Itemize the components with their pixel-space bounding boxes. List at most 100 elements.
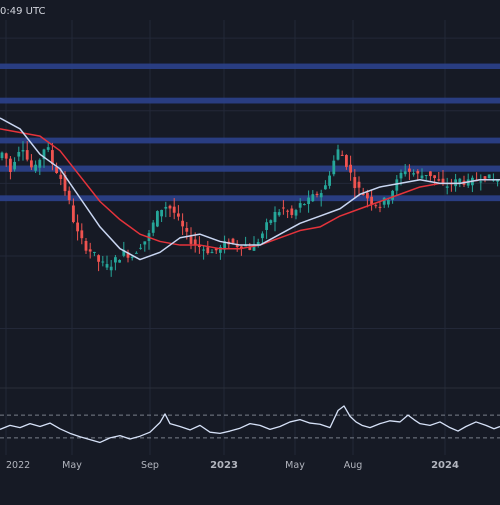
candle-down [177,213,180,217]
zone-band [0,63,500,70]
candle-up [101,261,105,263]
zone-band [0,195,500,202]
candle-down [366,192,369,199]
x-tick-label: 2023 [210,460,238,471]
candle-up [156,211,159,227]
x-tick-label: May [285,460,305,471]
candle-down [231,238,235,244]
candle-down [378,206,382,208]
candle-up [109,266,113,271]
candle-down [88,249,92,252]
candle-up [445,186,449,188]
candle-up [0,152,4,159]
candle-up [46,147,50,150]
candle-down [282,207,285,209]
candle-up [130,256,134,258]
candle-down [84,240,88,251]
candle-down [408,168,411,172]
candle-down [80,230,84,239]
candle-up [298,203,302,208]
candle-down [353,177,357,189]
candle-up [265,222,268,230]
candle-up [13,161,16,170]
candle-down [185,228,189,232]
candle-up [487,174,491,179]
candle-up [336,149,340,160]
candle-up [403,171,407,175]
zone-band [0,137,500,144]
candle-up [382,197,386,205]
candle-up [21,150,25,152]
candle-down [286,210,289,212]
candle-down [59,174,63,179]
candle-down [315,193,319,196]
chart-canvas: 2022 May Sep 2023 May Aug 2024 [0,20,500,471]
candle-up [269,220,273,224]
candle-down [433,175,436,179]
candle-up [387,199,390,205]
candle-up [391,190,394,200]
candle-up [412,173,415,175]
candle-up [479,181,483,183]
candle-up [34,164,37,171]
candle-down [168,205,172,209]
x-tick-label: 2024 [431,460,459,471]
candle-down [30,160,33,168]
candle-down [429,171,432,177]
candle-up [311,194,315,202]
candle-down [437,179,441,181]
candle-up [160,209,163,217]
candle-up [17,151,21,157]
candle-down [416,171,420,174]
candle-up [114,257,117,263]
candle-up [164,206,168,209]
candle-down [9,158,12,172]
candle-down [340,154,344,156]
candle-up [38,159,42,168]
candle-down [67,190,71,201]
candle-down [25,150,29,160]
candle-up [202,249,205,251]
candle-up [273,211,277,223]
candle-up [399,172,403,179]
candle-up [303,204,306,206]
candle-up [395,179,399,191]
candle-up [210,252,214,254]
candle-up [277,212,281,216]
candle-down [189,236,193,244]
candle-up [105,264,109,268]
candle-up [424,175,428,177]
candle-down [370,196,373,204]
candle-up [294,210,298,216]
candle-up [139,247,142,249]
candle-up [93,251,96,253]
osc-line [0,405,500,444]
candle-up [307,197,310,205]
x-tick-label: Sep [141,460,159,471]
candle-down [72,205,75,223]
x-tick-label: May [62,460,82,471]
candle-up [135,252,138,254]
x-tick-label: Aug [344,460,363,471]
candle-up [261,233,264,239]
candle-down [172,206,176,213]
candle-down [349,164,352,173]
candle-down [345,155,348,167]
candle-down [290,208,294,215]
candle-down [206,247,210,254]
candle-up [143,241,147,245]
candle-up [118,260,121,263]
candle-down [181,220,184,227]
candle-up [458,178,462,183]
ma-slow-line [0,128,500,250]
candle-down [4,153,8,159]
x-tick-label: 2022 [6,460,30,471]
candle-up [332,160,336,175]
candle-up [151,222,155,233]
candle-down [76,222,79,232]
candle-down [357,181,361,188]
candle-up [319,193,323,198]
header-timestamp: 0:49 UTC [0,6,46,17]
candle-up [420,175,424,179]
candle-up [328,175,331,186]
